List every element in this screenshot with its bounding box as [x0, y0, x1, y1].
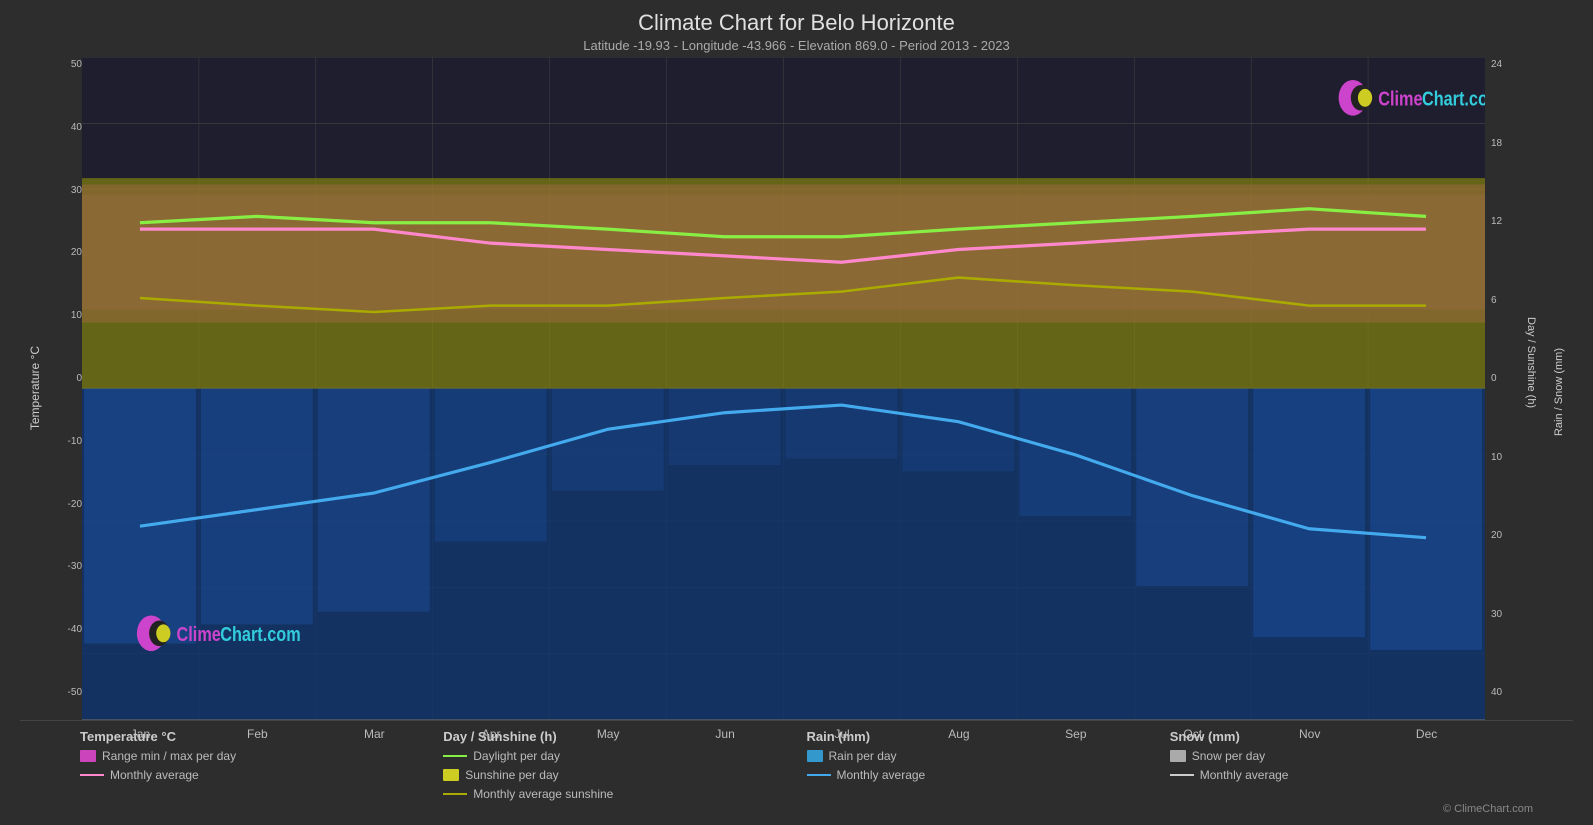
legend-snow-label: Snow per day — [1192, 749, 1265, 763]
legend-temp-avg: Monthly average — [80, 768, 443, 782]
y-axis-right-sunshine-ticks: 24 18 12 6 0 10 20 30 40 — [1485, 57, 1517, 720]
rain-swatch — [807, 750, 823, 762]
legend-snow-title: Snow (mm) — [1170, 729, 1533, 744]
legend-daylight: Daylight per day — [443, 749, 806, 763]
month-sep: Sep — [1017, 727, 1134, 741]
legend-rain-swatch: Rain per day — [807, 749, 1170, 763]
tick-minus40: -40 — [50, 624, 82, 635]
month-jun: Jun — [667, 727, 784, 741]
svg-text:Chart.com: Chart.com — [1422, 87, 1485, 110]
y-axis-temperature-label: Temperature °C — [28, 346, 42, 430]
chart-main: Clime Chart.com Clime Chart.com Jan Feb … — [82, 57, 1485, 720]
legend-daylight-label: Daylight per day — [473, 749, 560, 763]
tick-10: 10 — [50, 310, 82, 321]
legend-temp-range: Range min / max per day — [80, 749, 443, 763]
copyright: © ClimeChart.com — [20, 801, 1573, 815]
y-axis-left-ticks: 50 40 30 20 10 0 -10 -20 -30 -40 -50 — [50, 57, 82, 720]
tick-50-top: 50 — [50, 59, 82, 70]
y-axis-left-label-container: Temperature °C — [20, 57, 50, 720]
legend-rain-avg: Monthly average — [807, 768, 1170, 782]
rain-avg-line — [807, 774, 831, 776]
rtick-40: 40 — [1491, 687, 1517, 698]
legend-temp-avg-label: Monthly average — [110, 768, 199, 782]
y-axis-rain-label: Rain / Snow (mm) — [1553, 348, 1565, 436]
tick-40: 40 — [50, 122, 82, 133]
svg-text:Clime: Clime — [1378, 87, 1422, 110]
tick-minus30: -30 — [50, 561, 82, 572]
month-jul: Jul — [784, 727, 901, 741]
rtick-18: 18 — [1491, 138, 1517, 149]
rtick-6: 6 — [1491, 295, 1517, 306]
y-axis-sunshine-label: Day / Sunshine (h) — [1525, 317, 1537, 408]
month-mar: Mar — [316, 727, 433, 741]
month-may: May — [550, 727, 667, 741]
rtick-24: 24 — [1491, 59, 1517, 70]
tick-20: 20 — [50, 247, 82, 258]
month-aug: Aug — [900, 727, 1017, 741]
y-axis-right-rain-label-container: Rain / Snow (mm) — [1545, 57, 1573, 720]
sunshine-avg-line — [443, 793, 467, 795]
rtick-30: 30 — [1491, 609, 1517, 620]
title-section: Climate Chart for Belo Horizonte Latitud… — [20, 10, 1573, 53]
legend-sunshine-swatch: Sunshine per day — [443, 768, 806, 782]
y-axis-right-sunshine-label-container: Day / Sunshine (h) — [1517, 57, 1545, 720]
tick-0: 0 — [50, 373, 82, 384]
chart-svg: Clime Chart.com Clime Chart.com — [82, 57, 1485, 720]
svg-text:Clime: Clime — [177, 622, 221, 645]
rtick-10: 10 — [1491, 452, 1517, 463]
chart-subtitle: Latitude -19.93 - Longitude -43.966 - El… — [20, 38, 1573, 53]
legend-sunshine-avg-label: Monthly average sunshine — [473, 787, 613, 801]
tick-minus20: -20 — [50, 499, 82, 510]
tick-minus50: -50 — [50, 687, 82, 698]
svg-text:Chart.com: Chart.com — [220, 622, 300, 645]
month-jan: Jan — [82, 727, 199, 741]
legend-sunshine-avg: Monthly average sunshine — [443, 787, 806, 801]
temp-range-swatch — [80, 750, 96, 762]
legend-snow-avg-label: Monthly average — [1200, 768, 1289, 782]
temp-avg-line — [80, 774, 104, 776]
legend-sunshine-label: Sunshine per day — [465, 768, 558, 782]
legend-rain-label: Rain per day — [829, 749, 897, 763]
legend-rain-avg-label: Monthly average — [837, 768, 926, 782]
month-feb: Feb — [199, 727, 316, 741]
main-container: Climate Chart for Belo Horizonte Latitud… — [0, 0, 1593, 825]
legend-snow-swatch: Snow per day — [1170, 749, 1533, 763]
chart-plot-area: Clime Chart.com Clime Chart.com Jan Feb … — [82, 57, 1485, 720]
rtick-0-sun: 0 — [1491, 373, 1517, 384]
legend-snow: Snow (mm) Snow per day Monthly average — [1170, 729, 1533, 801]
snow-swatch — [1170, 750, 1186, 762]
legend-temp-range-label: Range min / max per day — [102, 749, 236, 763]
sunshine-swatch — [443, 769, 459, 781]
chart-title: Climate Chart for Belo Horizonte — [20, 10, 1573, 36]
tick-30: 30 — [50, 185, 82, 196]
tick-minus10: -10 — [50, 436, 82, 447]
month-apr: Apr — [433, 727, 550, 741]
legend-snow-avg: Monthly average — [1170, 768, 1533, 782]
daylight-line — [443, 755, 467, 757]
rtick-20: 20 — [1491, 530, 1517, 541]
rtick-12: 12 — [1491, 216, 1517, 227]
snow-avg-line — [1170, 774, 1194, 776]
